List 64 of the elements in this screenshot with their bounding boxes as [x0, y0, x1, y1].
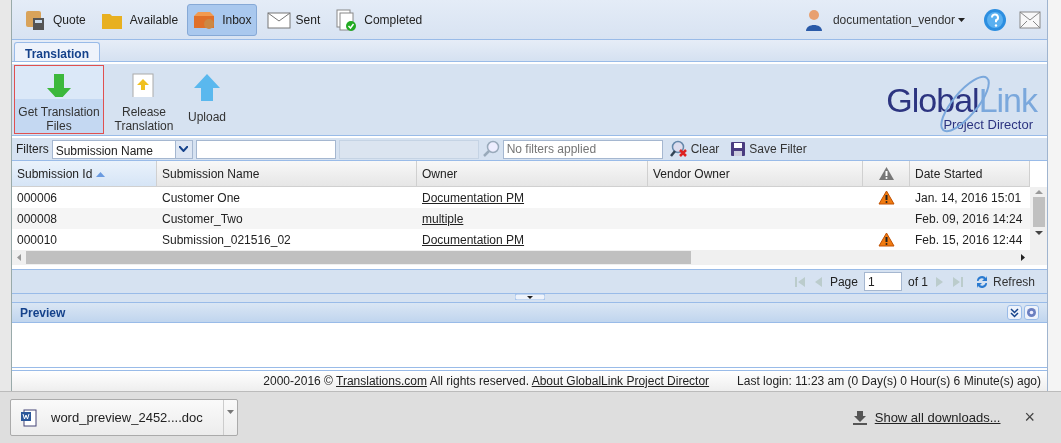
sort-arrow-icon [96, 170, 106, 177]
download-file-name: word_preview_2452....doc [51, 408, 203, 427]
horizontal-scrollbar[interactable] [12, 250, 1030, 265]
column-header[interactable]: Date Started [910, 161, 1030, 187]
filters-label: Filters [16, 141, 49, 158]
last-login-text: Last login: 11:23 am (0 Day(s) 0 Hour(s) 6 Minute(s) ago) [737, 373, 1041, 390]
column-header[interactable]: Submission Id [12, 161, 157, 187]
nav-button[interactable]: Completed [329, 3, 428, 36]
tab[interactable]: Translation [14, 42, 100, 61]
table-cell: Customer_Two [157, 208, 417, 229]
page-label: Page [829, 273, 858, 291]
search-icon [481, 140, 500, 158]
logo-subtitle: Project Director [943, 116, 1033, 134]
warning-icon [878, 190, 895, 205]
copyright-text: 2000-2016 © Translations.com All rights reserved. About GlobalLink Project Director [263, 373, 710, 390]
logo-wordmark: GlobalLink [886, 85, 1037, 115]
splitter-handle-icon[interactable] [514, 294, 545, 300]
scrollbar-thumb[interactable] [26, 251, 691, 264]
column-header[interactable] [863, 161, 910, 187]
field-select[interactable]: Submission Name [51, 139, 193, 159]
owner-link[interactable]: Documentation PM [422, 230, 525, 249]
close-button[interactable]: × [1018, 403, 1041, 432]
chevron-down-icon [179, 146, 189, 152]
collapse-button[interactable] [1007, 305, 1022, 320]
nav-button[interactable]: Inbox [187, 3, 257, 36]
caret-icon [958, 17, 965, 22]
column-header[interactable]: Vendor Owner [648, 161, 863, 187]
scrollbar-thumb[interactable] [1032, 197, 1045, 227]
show-all-downloads-link[interactable]: Show all downloads... [874, 407, 1001, 428]
owner-link[interactable]: Documentation PM [422, 188, 525, 207]
clear-button[interactable]: Clear [665, 140, 724, 158]
panel-title: Preview [20, 304, 66, 322]
download-icon [852, 410, 867, 425]
nav-button[interactable]: Sent [260, 3, 326, 36]
first-page-icon[interactable] [793, 274, 806, 289]
word-document-icon [21, 408, 37, 427]
last-page-icon[interactable] [951, 274, 964, 289]
about-link[interactable]: About GlobalLink Project Director [531, 374, 710, 388]
save-filter-button[interactable]: Save Filter [726, 140, 811, 158]
table-cell: Feb. 09, 2016 14:24 [910, 208, 1030, 229]
translations-link[interactable]: Translations.com [336, 374, 427, 388]
vertical-scrollbar[interactable] [1030, 161, 1047, 265]
column-header[interactable]: Submission Name [157, 161, 417, 187]
user-menu[interactable]: documentation_vendor [828, 10, 969, 29]
nav-button[interactable]: Available [94, 3, 184, 36]
page-field[interactable]: 1 [863, 272, 902, 291]
toolbar-button[interactable]: Upload [184, 65, 231, 134]
warning-icon [877, 166, 895, 181]
refresh-button[interactable]: Refresh [969, 272, 1039, 291]
help-icon[interactable] [983, 7, 1007, 32]
toolbar-button[interactable]: Get Translation Files [14, 65, 104, 134]
user-icon [804, 7, 823, 32]
download-item[interactable]: word_preview_2452....doc [10, 399, 238, 436]
envelope-icon[interactable] [1019, 10, 1041, 29]
warning-icon [878, 232, 895, 247]
column-header[interactable]: Owner [417, 161, 648, 187]
caret-icon [226, 410, 234, 414]
filter-search-field[interactable]: No filters applied [502, 139, 663, 159]
owner-link[interactable]: multiple [422, 209, 464, 228]
page-count: of 1 [907, 273, 928, 291]
toolbar-button[interactable]: Release Translation [110, 65, 178, 134]
nav-button[interactable]: Quote [18, 3, 91, 36]
filter-value-field[interactable] [195, 139, 336, 159]
table-cell: 000008 [12, 208, 157, 229]
